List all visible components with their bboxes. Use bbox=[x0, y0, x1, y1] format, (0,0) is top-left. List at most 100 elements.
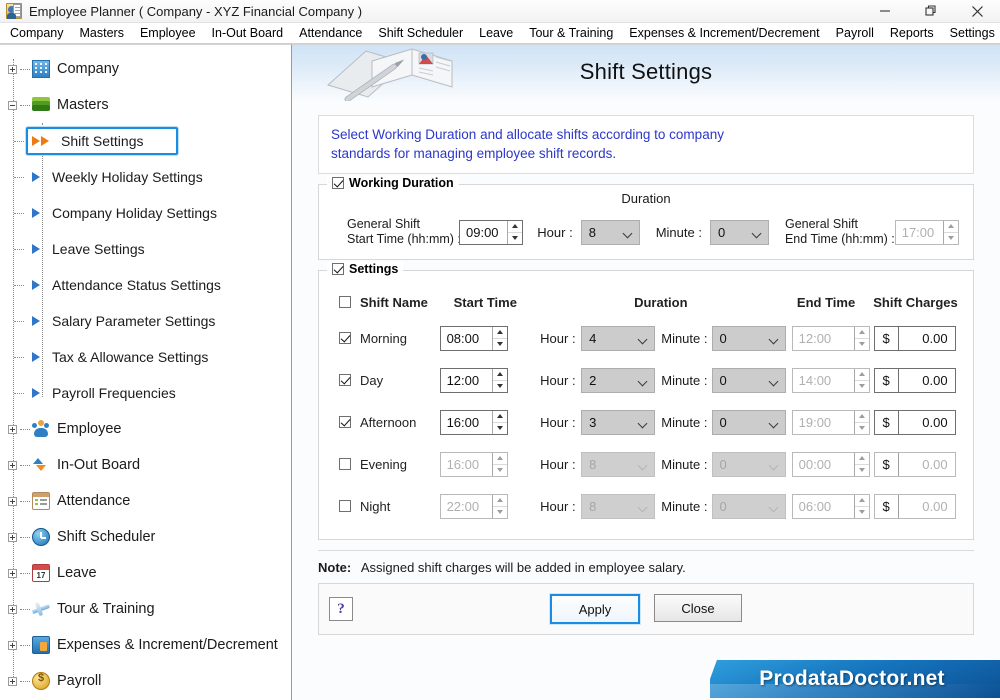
sidebar-item-label: Shift Settings bbox=[61, 133, 144, 149]
menu-item-leave[interactable]: Leave bbox=[471, 24, 521, 43]
start-time-spinner[interactable]: 12:00 bbox=[439, 367, 508, 393]
hour-select[interactable]: 3 bbox=[581, 409, 656, 435]
start-time-down-arrow[interactable] bbox=[493, 423, 507, 434]
expand-icon[interactable] bbox=[8, 64, 17, 74]
sidebar-item-shift-scheduler[interactable]: Shift Scheduler bbox=[0, 519, 291, 555]
sidebar-item-label: Masters bbox=[57, 97, 109, 113]
close-icon[interactable] bbox=[954, 0, 1000, 23]
sidebar-item-salary-parameter-settings[interactable]: Salary Parameter Settings bbox=[0, 303, 291, 339]
expand-icon[interactable] bbox=[8, 568, 17, 578]
sidebar-item-payroll[interactable]: Payroll bbox=[0, 663, 291, 699]
sidebar-child-item[interactable]: Tax & Allowance Settings bbox=[26, 343, 220, 371]
restore-icon[interactable] bbox=[908, 0, 954, 23]
shift-checkbox-day[interactable] bbox=[339, 374, 351, 386]
sidebar-item-employee[interactable]: Employee bbox=[0, 411, 291, 447]
expand-icon[interactable] bbox=[8, 532, 17, 542]
sidebar-item-payroll-frequencies[interactable]: Payroll Frequencies bbox=[0, 375, 291, 411]
menu-item-payroll[interactable]: Payroll bbox=[828, 24, 882, 43]
start-time-down-arrow[interactable] bbox=[493, 339, 507, 350]
expand-icon[interactable] bbox=[8, 676, 17, 686]
sidebar-child-item[interactable]: Weekly Holiday Settings bbox=[26, 163, 215, 191]
settings-checkbox[interactable] bbox=[332, 263, 344, 275]
column-duration: Duration bbox=[634, 294, 688, 310]
shift-name-label: Afternoon bbox=[360, 414, 417, 430]
shift-checkbox-night[interactable] bbox=[339, 500, 351, 512]
sidebar-child-item[interactable]: Attendance Status Settings bbox=[26, 271, 233, 299]
menu-item-employee[interactable]: Employee bbox=[132, 24, 204, 43]
start-time-up-arrow[interactable] bbox=[492, 369, 507, 381]
sidebar-item-in-out-board[interactable]: In-Out Board bbox=[0, 447, 291, 483]
menu-item-shift-scheduler[interactable]: Shift Scheduler bbox=[370, 24, 471, 43]
menu-item-in-out-board[interactable]: In-Out Board bbox=[204, 24, 292, 43]
minute-select[interactable]: 0 bbox=[711, 409, 786, 435]
hour-select[interactable]: 4 bbox=[581, 325, 656, 351]
menu-item-expenses-increment-decrement[interactable]: Expenses & Increment/Decrement bbox=[621, 24, 827, 43]
navigation-sidebar[interactable]: Company Masters Shift Settings Weekly Holid… bbox=[0, 44, 292, 700]
sidebar-child-item[interactable]: Payroll Frequencies bbox=[26, 379, 188, 407]
sidebar-item-attendance[interactable]: Attendance bbox=[0, 483, 291, 519]
minute-select[interactable]: 0 bbox=[711, 325, 786, 351]
start-time-spinner[interactable]: 08:00 bbox=[439, 325, 508, 351]
start-time-down-arrow[interactable] bbox=[493, 381, 507, 392]
collapse-icon[interactable] bbox=[8, 100, 17, 110]
shift-checkbox-evening[interactable] bbox=[339, 458, 351, 470]
close-button[interactable]: Close bbox=[654, 594, 742, 622]
settings-legend[interactable]: Settings bbox=[327, 262, 404, 276]
sidebar-item-attendance-status-settings[interactable]: Attendance Status Settings bbox=[0, 267, 291, 303]
expand-icon[interactable] bbox=[8, 496, 17, 506]
sidebar-item-leave[interactable]: 17 Leave bbox=[0, 555, 291, 591]
menu-item-settings[interactable]: Settings bbox=[942, 24, 1000, 43]
minute-select[interactable]: 0 bbox=[711, 367, 786, 393]
hour-value: 4 bbox=[589, 330, 597, 346]
apply-button[interactable]: Apply bbox=[550, 594, 640, 624]
menu-item-masters[interactable]: Masters bbox=[72, 24, 132, 43]
hour-select[interactable]: 2 bbox=[581, 367, 656, 393]
minimize-icon[interactable] bbox=[862, 0, 908, 23]
arrow-icon bbox=[32, 280, 40, 290]
sidebar-item-leave-settings[interactable]: Leave Settings bbox=[0, 231, 291, 267]
coin-icon bbox=[32, 672, 50, 690]
general-start-time-spinner[interactable]: 09:00 bbox=[459, 219, 524, 245]
working-duration-legend[interactable]: Working Duration bbox=[327, 176, 459, 190]
expand-icon[interactable] bbox=[8, 640, 17, 650]
sidebar-item-company[interactable]: Company bbox=[0, 51, 291, 87]
shift-charge-value: 0.00 bbox=[922, 330, 948, 346]
sidebar-item-expenses-increment-decrement[interactable]: Expenses & Increment/Decrement bbox=[0, 627, 291, 663]
sidebar-item-masters[interactable]: Masters bbox=[0, 87, 291, 123]
start-time-up-arrow[interactable] bbox=[492, 411, 507, 423]
sidebar-item-weekly-holiday-settings[interactable]: Weekly Holiday Settings bbox=[0, 159, 291, 195]
tree-connector bbox=[14, 392, 24, 394]
sidebar-item-tour-training[interactable]: Tour & Training bbox=[0, 591, 291, 627]
select-all-shifts-checkbox[interactable] bbox=[339, 296, 351, 308]
expand-icon[interactable] bbox=[8, 424, 17, 434]
wd-hour-select[interactable]: 8 bbox=[580, 219, 640, 245]
sidebar-item-company-holiday-settings[interactable]: Company Holiday Settings bbox=[0, 195, 291, 231]
shift-checkbox-morning[interactable] bbox=[339, 332, 351, 344]
working-duration-checkbox[interactable] bbox=[332, 177, 344, 189]
sidebar-item-shift-settings[interactable]: Shift Settings bbox=[0, 123, 291, 159]
sidebar-item-tax-allowance-settings[interactable]: Tax & Allowance Settings bbox=[0, 339, 291, 375]
shift-name-label: Evening bbox=[360, 456, 407, 472]
shift-charge-field[interactable]: $0.00 bbox=[873, 409, 956, 435]
shift-charge-field[interactable]: $0.00 bbox=[873, 367, 956, 393]
sidebar-child-item[interactable]: Leave Settings bbox=[26, 235, 157, 263]
wd-minute-select[interactable]: 0 bbox=[709, 219, 769, 245]
chevron-down-icon bbox=[770, 378, 778, 383]
minute-value: 0 bbox=[719, 414, 727, 430]
start-time-up-arrow[interactable] bbox=[508, 221, 523, 233]
start-time-spinner[interactable]: 16:00 bbox=[439, 409, 508, 435]
sidebar-child-item[interactable]: Salary Parameter Settings bbox=[26, 307, 227, 335]
arrow-icon bbox=[32, 316, 40, 326]
shift-checkbox-afternoon[interactable] bbox=[339, 416, 351, 428]
start-time-up-arrow[interactable] bbox=[492, 327, 507, 339]
expand-icon[interactable] bbox=[8, 604, 17, 614]
sidebar-child-item[interactable]: Company Holiday Settings bbox=[26, 199, 229, 227]
menu-item-attendance[interactable]: Attendance bbox=[291, 24, 370, 43]
menu-item-tour-training[interactable]: Tour & Training bbox=[521, 24, 621, 43]
expand-icon[interactable] bbox=[8, 460, 17, 470]
start-time-down-arrow[interactable] bbox=[508, 233, 522, 244]
menu-item-reports[interactable]: Reports bbox=[882, 24, 942, 43]
menu-item-company[interactable]: Company bbox=[2, 24, 72, 43]
shift-charge-field[interactable]: $0.00 bbox=[873, 325, 956, 351]
sidebar-selected-item[interactable]: Shift Settings bbox=[26, 127, 178, 155]
